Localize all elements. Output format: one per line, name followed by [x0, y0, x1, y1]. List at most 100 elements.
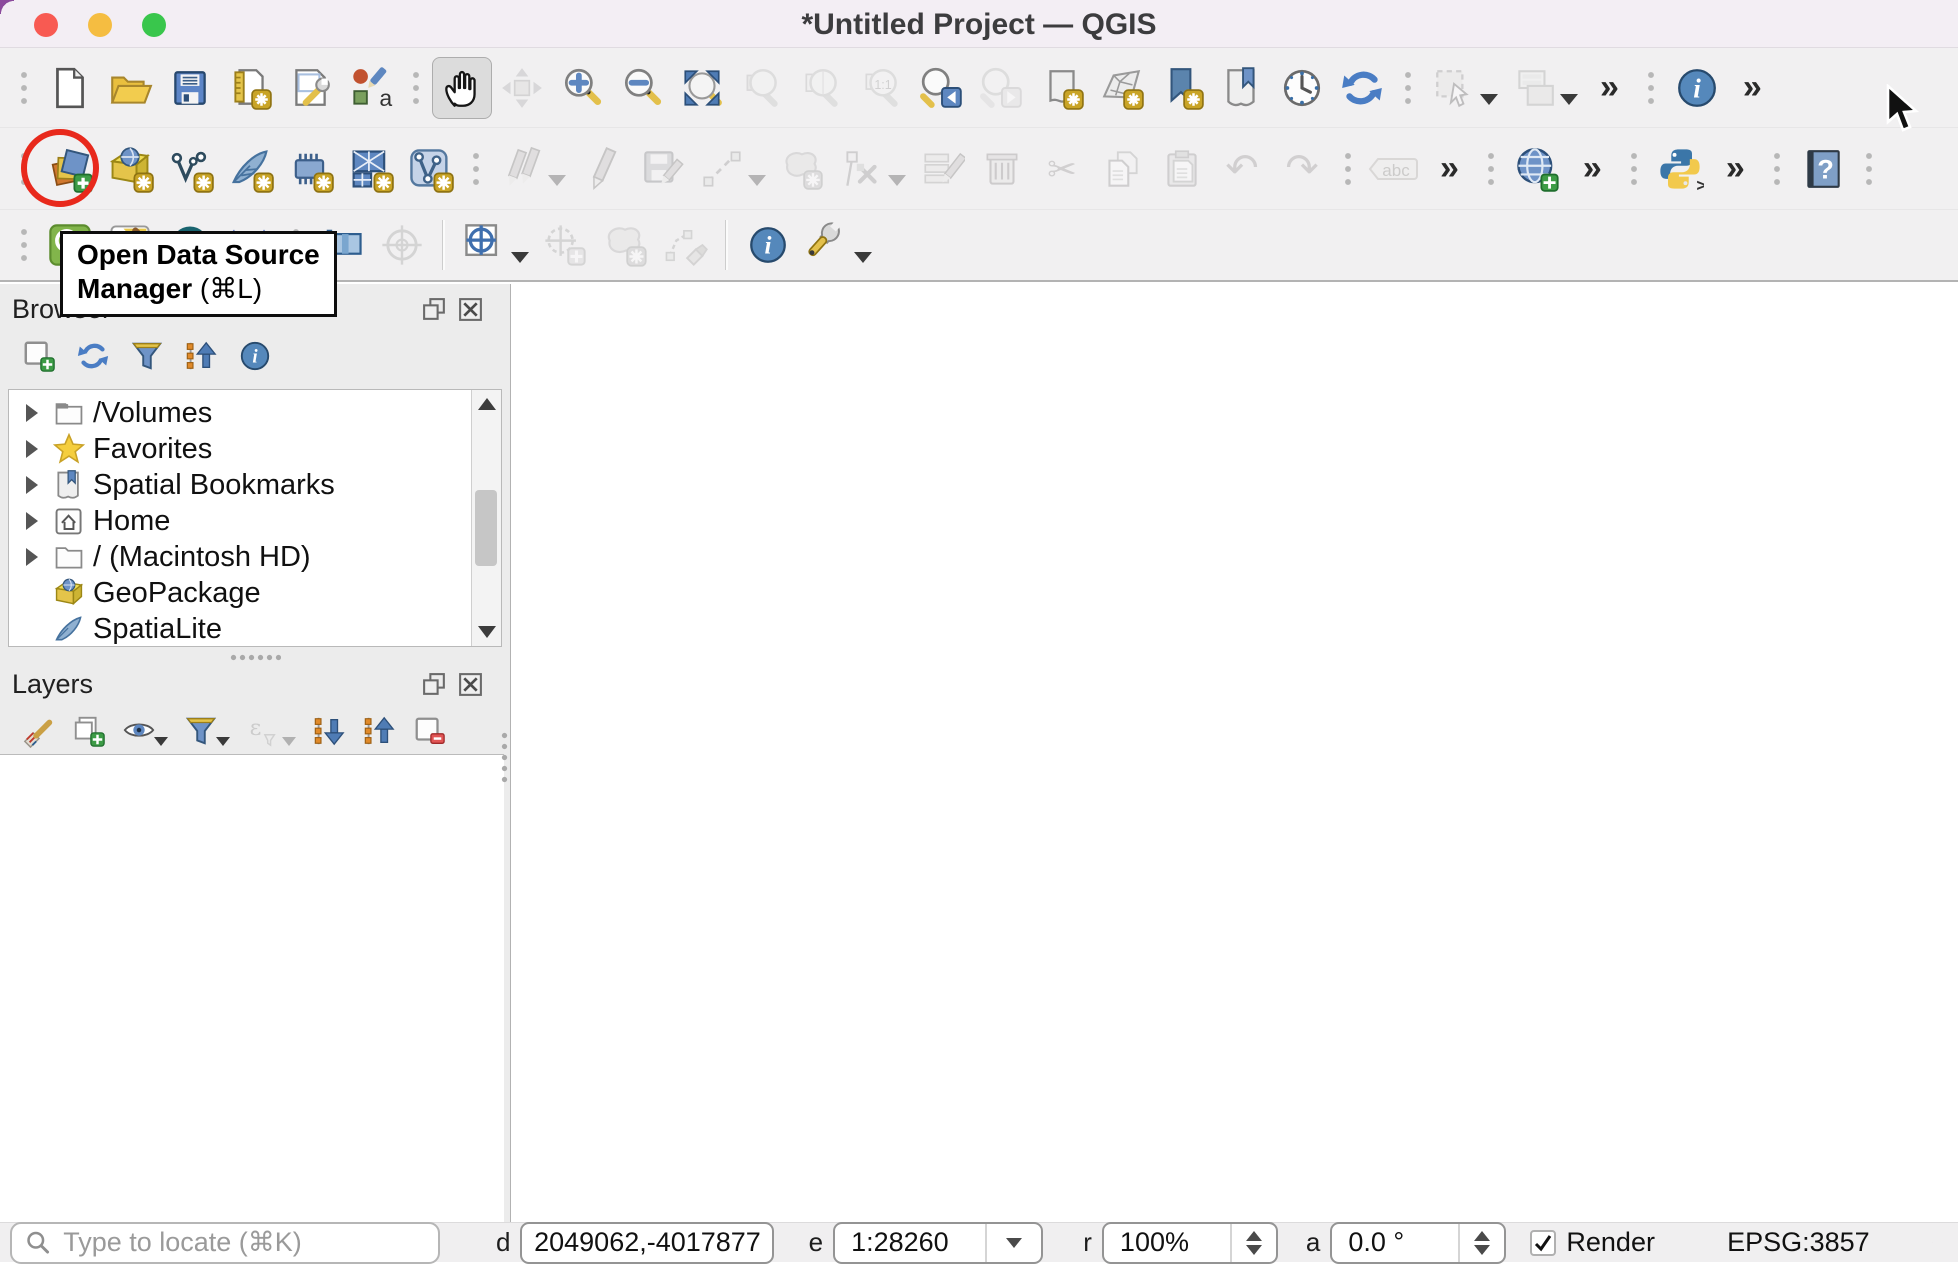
- expander-icon[interactable]: [19, 505, 45, 538]
- select-by-form-button[interactable]: [1504, 57, 1564, 119]
- close-panel-button[interactable]: [457, 671, 484, 698]
- refresh-browser-button[interactable]: [76, 339, 110, 373]
- zoom-next-button[interactable]: [972, 57, 1032, 119]
- add-crosshair-button[interactable]: [535, 214, 595, 276]
- toggle-editing-button[interactable]: [572, 138, 632, 200]
- scrollbar-thumb[interactable]: [475, 490, 497, 566]
- identify-features-button[interactable]: i: [1667, 57, 1727, 119]
- browser-properties-button[interactable]: i: [238, 339, 272, 373]
- new-spatial-bookmark-button[interactable]: [1152, 57, 1212, 119]
- redo-button[interactable]: ↷: [1272, 138, 1332, 200]
- main-splitter-handle[interactable]: [500, 730, 510, 786]
- toolbar-drag-handle[interactable]: [1341, 146, 1355, 192]
- toolbar-overflow-button[interactable]: »: [1440, 149, 1459, 188]
- close-panel-button[interactable]: [457, 296, 484, 323]
- style-manager-button[interactable]: a: [340, 57, 400, 119]
- python-console-button[interactable]: >: [1650, 138, 1710, 200]
- remove-layer-button[interactable]: [412, 714, 446, 748]
- vertex-tool-button[interactable]: [832, 138, 892, 200]
- new-project-button[interactable]: [40, 57, 100, 119]
- float-panel-button[interactable]: [421, 671, 448, 698]
- paste-features-button[interactable]: [1152, 138, 1212, 200]
- add-polygon-feature-button[interactable]: [772, 138, 832, 200]
- toolbar-drag-handle[interactable]: [1770, 146, 1784, 192]
- copy-features-button[interactable]: [1092, 138, 1152, 200]
- current-edits-button[interactable]: [492, 138, 552, 200]
- cut-features-button[interactable]: ✂: [1032, 138, 1092, 200]
- float-panel-button[interactable]: [421, 296, 448, 323]
- coordinate-field[interactable]: 2049062,-4017877: [520, 1222, 774, 1264]
- tree-item-favorites[interactable]: Favorites: [9, 431, 501, 467]
- new-scratch-layer-button[interactable]: [280, 138, 340, 200]
- spinner-buttons[interactable]: [1230, 1224, 1276, 1262]
- toolbar-drag-handle[interactable]: [1401, 65, 1415, 111]
- expander-icon[interactable]: [19, 469, 45, 502]
- locator-input[interactable]: [61, 1226, 426, 1259]
- toolbar-drag-handle[interactable]: [17, 65, 31, 111]
- zoom-full-button[interactable]: [672, 57, 732, 119]
- scale-combobox[interactable]: 1:28260: [833, 1222, 1043, 1264]
- panel-splitter-handle[interactable]: [229, 653, 281, 663]
- tree-item-spatialite[interactable]: SpatiaLite: [9, 611, 501, 647]
- expand-all-button[interactable]: [312, 714, 346, 748]
- toolbar-drag-handle[interactable]: [17, 222, 31, 268]
- scroll-down-button[interactable]: [472, 618, 501, 646]
- new-mesh-layer-button[interactable]: [340, 138, 400, 200]
- filter-browser-button[interactable]: [130, 339, 164, 373]
- vertex-tool-dropdown[interactable]: [888, 175, 906, 186]
- crs-status[interactable]: EPSG:3857: [1727, 1227, 1870, 1258]
- tree-item-macintosh-hd[interactable]: / (Macintosh HD): [9, 539, 501, 575]
- collapse-all-button[interactable]: [362, 714, 396, 748]
- layers-list[interactable]: [0, 754, 504, 1222]
- new-shapefile-layer-button[interactable]: [160, 138, 220, 200]
- map-canvas[interactable]: [510, 284, 1958, 1222]
- plugin-info-button[interactable]: i: [738, 214, 798, 276]
- settings-dropdown[interactable]: [854, 252, 872, 263]
- modify-attributes-button[interactable]: [912, 138, 972, 200]
- zoom-last-button[interactable]: [912, 57, 972, 119]
- trace-digitizing-button[interactable]: [655, 214, 715, 276]
- open-layer-styling-button[interactable]: [22, 714, 56, 748]
- themes-dropdown[interactable]: [154, 737, 168, 746]
- tree-item-volumes[interactable]: /Volumes: [9, 395, 501, 431]
- layer-labeling-button[interactable]: abc: [1364, 138, 1424, 200]
- add-selected-layer-button[interactable]: [22, 339, 56, 373]
- pan-to-selection-button[interactable]: [492, 57, 552, 119]
- toolbar-overflow-button[interactable]: »: [1743, 68, 1762, 107]
- expression-dropdown[interactable]: [282, 737, 296, 746]
- toolbar-drag-handle[interactable]: [469, 146, 483, 192]
- georeferencer-button[interactable]: [372, 214, 432, 276]
- collapse-browser-tree-button[interactable]: [184, 339, 218, 373]
- zoom-out-button[interactable]: [612, 57, 672, 119]
- refresh-button[interactable]: [1332, 57, 1392, 119]
- toolbar-drag-handle[interactable]: [1644, 65, 1658, 111]
- toolbar-overflow-button[interactable]: »: [1726, 149, 1745, 188]
- new-geopackage-layer-button[interactable]: [100, 138, 160, 200]
- toolbar-drag-handle[interactable]: [1627, 146, 1641, 192]
- show-layout-manager-button[interactable]: [280, 57, 340, 119]
- tree-item-geopackage[interactable]: GeoPackage: [9, 575, 501, 611]
- scroll-up-button[interactable]: [472, 390, 501, 418]
- select-features-button[interactable]: [1424, 57, 1484, 119]
- help-button[interactable]: ?: [1793, 138, 1853, 200]
- undo-button[interactable]: ↶: [1212, 138, 1272, 200]
- spinner-buttons[interactable]: [1458, 1224, 1504, 1262]
- save-project-button[interactable]: [160, 57, 220, 119]
- save-layer-edits-button[interactable]: [632, 138, 692, 200]
- shape-digitizing-button[interactable]: [595, 214, 655, 276]
- plugin-settings-button[interactable]: [798, 214, 858, 276]
- metasearch-button[interactable]: [1507, 138, 1567, 200]
- snapping-dropdown[interactable]: [511, 252, 529, 263]
- toolbar-drag-handle[interactable]: [409, 65, 423, 111]
- expander-icon[interactable]: [19, 541, 45, 574]
- new-gpx-layer-button[interactable]: [400, 138, 460, 200]
- delete-selected-button[interactable]: [972, 138, 1032, 200]
- tree-item-spatial-bookmarks[interactable]: Spatial Bookmarks: [9, 467, 501, 503]
- toolbar-drag-handle[interactable]: [1862, 146, 1876, 192]
- zoom-in-button[interactable]: [552, 57, 612, 119]
- digitize-segment-button[interactable]: [692, 138, 752, 200]
- filter-legend-dropdown[interactable]: [216, 737, 230, 746]
- pan-map-button[interactable]: [432, 57, 492, 119]
- tree-item-home[interactable]: Home: [9, 503, 501, 539]
- add-group-button[interactable]: [72, 714, 106, 748]
